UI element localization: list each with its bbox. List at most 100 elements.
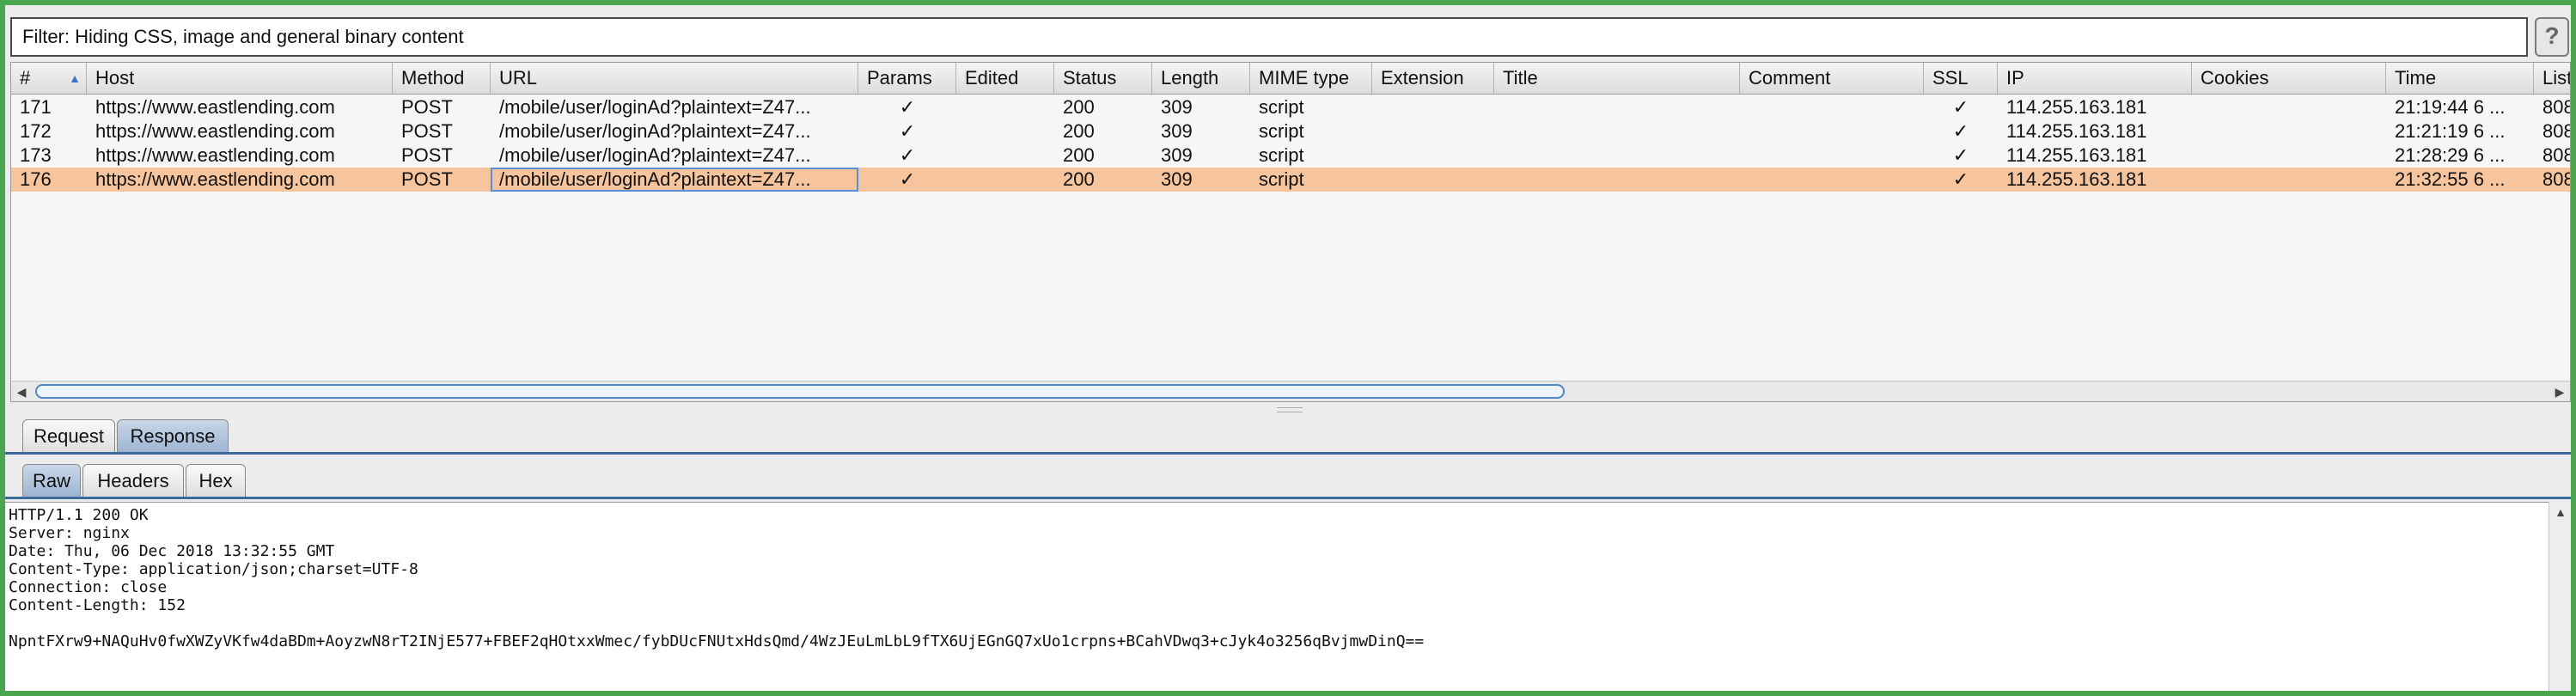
check-icon: ✓ bbox=[1952, 144, 1969, 166]
message-tabs: Request Response bbox=[5, 416, 2571, 455]
vertical-scrollbar[interactable]: ▲ bbox=[2549, 502, 2571, 691]
cell-ip: 114.255.163.181 bbox=[2006, 96, 2147, 118]
cell-method: POST bbox=[401, 120, 453, 142]
cell-host: https://www.eastlending.com bbox=[95, 120, 335, 142]
cell-comment bbox=[1740, 143, 1924, 168]
column-header-params[interactable]: Params bbox=[858, 63, 956, 94]
cell-mime: script bbox=[1259, 96, 1304, 118]
cell-length: 309 bbox=[1161, 120, 1193, 142]
cell-list: 808 bbox=[2542, 168, 2570, 190]
column-header-extension[interactable]: Extension bbox=[1372, 63, 1494, 94]
arrow-left-icon[interactable]: ◀ bbox=[11, 382, 32, 401]
column-header-cookies[interactable]: Cookies bbox=[2192, 63, 2386, 94]
scrollbar-thumb[interactable] bbox=[35, 384, 1565, 399]
cell-comment bbox=[1740, 168, 1924, 192]
column-header-title[interactable]: Title bbox=[1494, 63, 1740, 94]
cell-status: 200 bbox=[1063, 168, 1095, 190]
horizontal-scrollbar[interactable]: ◀ ▶ bbox=[11, 381, 2570, 401]
column-header-ip[interactable]: IP bbox=[1998, 63, 2192, 94]
cell-time: 21:28:29 6 ... bbox=[2395, 144, 2506, 166]
column-header-label: Extension bbox=[1381, 67, 1464, 89]
column-header-label: SSL bbox=[1932, 67, 1969, 89]
cell-mime: script bbox=[1259, 120, 1304, 142]
column-header-time[interactable]: Time bbox=[2386, 63, 2534, 94]
column-header-edited[interactable]: Edited bbox=[956, 63, 1054, 94]
column-header-status[interactable]: Status bbox=[1054, 63, 1152, 94]
column-header-label: Status bbox=[1063, 67, 1117, 89]
column-header-label: List bbox=[2542, 67, 2571, 89]
table-row[interactable]: 173 https://www.eastlending.com POST/mobil… bbox=[11, 143, 2570, 168]
cell-method: POST bbox=[401, 144, 453, 166]
burp-proxy-history-window: Filter: Hiding CSS, image and general bi… bbox=[5, 5, 2571, 691]
cell-list: 808 bbox=[2542, 144, 2570, 166]
cell-length: 309 bbox=[1161, 144, 1193, 166]
column-header-host[interactable]: Host bbox=[87, 63, 393, 94]
column-header-ssl[interactable]: SSL bbox=[1924, 63, 1998, 94]
column-header-length[interactable]: Length bbox=[1152, 63, 1250, 94]
cell-status: 200 bbox=[1063, 120, 1095, 142]
cell-cookies bbox=[2192, 95, 2386, 119]
cell-url: /mobile/user/loginAd?plaintext=Z47... bbox=[499, 144, 811, 166]
column-header-label: IP bbox=[2006, 67, 2024, 89]
table-row[interactable]: 172 https://www.eastlending.com POST/mobil… bbox=[11, 119, 2570, 143]
table-row[interactable]: 176 https://www.eastlending.com POST/mobil… bbox=[11, 168, 2570, 192]
cell-host: https://www.eastlending.com bbox=[95, 144, 335, 166]
cell-time: 21:19:44 6 ... bbox=[2395, 96, 2506, 118]
cell-edited bbox=[956, 143, 1054, 168]
tab-hex[interactable]: Hex bbox=[186, 464, 246, 497]
tab-raw[interactable]: Raw bbox=[22, 464, 81, 497]
cell-id: 176 bbox=[20, 168, 52, 190]
check-icon: ✓ bbox=[1952, 96, 1969, 118]
cell-status: 200 bbox=[1063, 96, 1095, 118]
tab-underline bbox=[5, 497, 2571, 499]
cell-url: /mobile/user/loginAd?plaintext=Z47... bbox=[491, 168, 858, 192]
cell-edited bbox=[956, 95, 1054, 119]
cell-extension bbox=[1372, 168, 1494, 192]
cell-id: 173 bbox=[20, 144, 52, 166]
cell-extension bbox=[1372, 143, 1494, 168]
arrow-right-icon[interactable]: ▶ bbox=[2549, 382, 2570, 401]
cell-time: 21:32:55 6 ... bbox=[2395, 168, 2506, 190]
tab-headers[interactable]: Headers bbox=[82, 464, 184, 497]
column-header-label: Edited bbox=[965, 67, 1019, 89]
response-raw-view[interactable]: HTTP/1.1 200 OK Server: nginx Date: Thu,… bbox=[5, 502, 2549, 691]
column-header-method[interactable]: Method bbox=[393, 63, 491, 94]
column-header-url[interactable]: URL bbox=[491, 63, 858, 94]
column-header-mime[interactable]: MIME type bbox=[1250, 63, 1372, 94]
sort-ascending-icon: ▲ bbox=[69, 71, 81, 85]
column-header-comment[interactable]: Comment bbox=[1740, 63, 1924, 94]
tab-response[interactable]: Response bbox=[117, 419, 229, 452]
column-header-label: Time bbox=[2395, 67, 2437, 89]
column-header-list[interactable]: List bbox=[2534, 63, 2571, 94]
cell-length: 309 bbox=[1161, 168, 1193, 190]
cell-extension bbox=[1372, 119, 1494, 143]
response-text[interactable]: HTTP/1.1 200 OK Server: nginx Date: Thu,… bbox=[5, 503, 2549, 650]
column-header-id[interactable]: # ▲ bbox=[11, 63, 87, 94]
arrow-up-icon[interactable]: ▲ bbox=[2549, 502, 2571, 522]
filter-bar[interactable]: Filter: Hiding CSS, image and general bi… bbox=[10, 17, 2528, 57]
cell-length: 309 bbox=[1161, 96, 1193, 118]
column-header-label: Length bbox=[1161, 67, 1219, 89]
cell-status: 200 bbox=[1063, 144, 1095, 166]
cell-title bbox=[1494, 168, 1740, 192]
column-header-label: URL bbox=[499, 67, 538, 89]
column-header-label: Params bbox=[867, 67, 932, 89]
cell-title bbox=[1494, 143, 1740, 168]
cell-comment bbox=[1740, 95, 1924, 119]
cell-ip: 114.255.163.181 bbox=[2006, 144, 2147, 166]
cell-comment bbox=[1740, 119, 1924, 143]
cell-cookies bbox=[2192, 143, 2386, 168]
cell-ip: 114.255.163.181 bbox=[2006, 168, 2147, 190]
cell-url: /mobile/user/loginAd?plaintext=Z47... bbox=[499, 96, 811, 118]
check-icon: ✓ bbox=[899, 144, 916, 166]
column-header-label: Host bbox=[95, 67, 135, 89]
tab-request[interactable]: Request bbox=[22, 419, 115, 452]
table-row[interactable]: 171 https://www.eastlending.com POST/mobil… bbox=[11, 95, 2570, 119]
split-pane-divider[interactable] bbox=[1277, 407, 1303, 412]
help-button[interactable]: ? bbox=[2535, 17, 2569, 57]
cell-title bbox=[1494, 119, 1740, 143]
cell-method: POST bbox=[401, 96, 453, 118]
column-header-label: Title bbox=[1503, 67, 1538, 89]
cell-id: 172 bbox=[20, 120, 52, 142]
view-tabs: Raw Headers Hex bbox=[5, 461, 2571, 499]
